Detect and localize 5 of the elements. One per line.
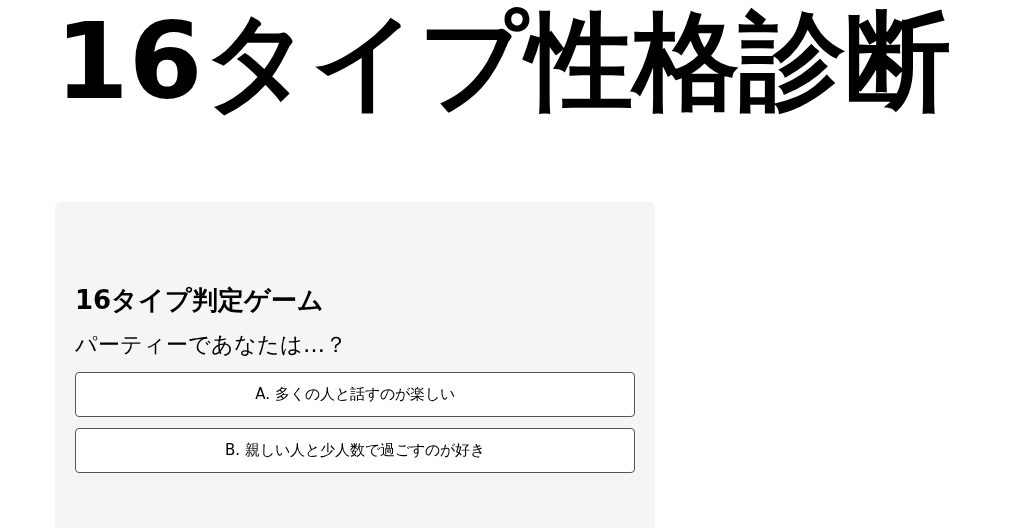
question-text: パーティーであなたは…？ [75,331,347,359]
answer-button[interactable]: B. 親しい人と少人数で過ごすのが好き [75,428,635,473]
answer-button[interactable]: A. 多くの人と話すのが楽しい [75,372,635,417]
page-title: 16タイプ性格診断 [55,0,951,125]
game-heading: 16タイプ判定ゲーム [75,284,325,317]
